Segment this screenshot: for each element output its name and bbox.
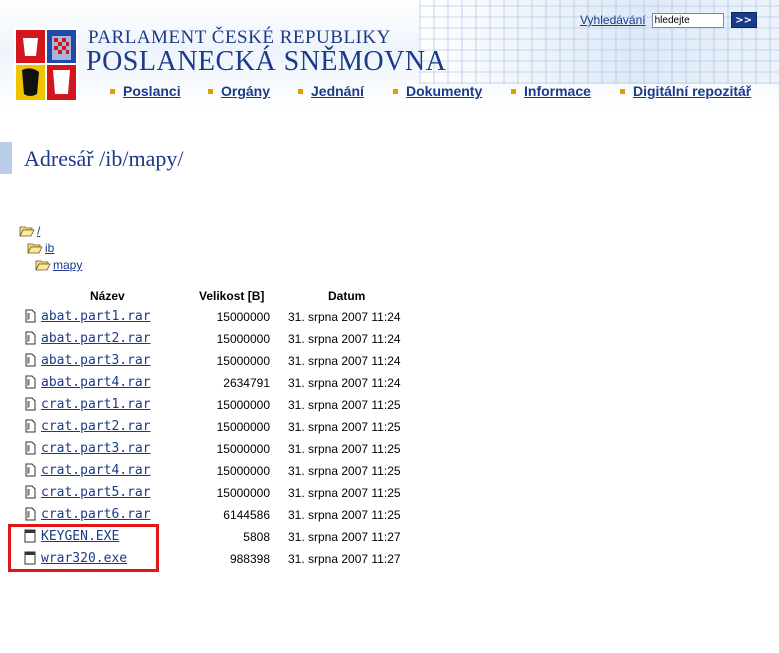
table-row: abat.part1.rar 15000000 31. srpna 2007 11:… [0, 306, 779, 328]
nav-label: Dokumenty [406, 83, 483, 99]
archive-file-icon [25, 507, 36, 521]
nav-label: Informace [524, 83, 591, 99]
file-size: 15000000 [216, 442, 270, 456]
search-bar: Vyhledávání >> [580, 12, 757, 28]
open-folder-icon [19, 226, 35, 237]
title-accent-bar [0, 142, 12, 174]
tree-item-root[interactable]: / [19, 224, 40, 238]
table-row: crat.part3.rar 15000000 31. srpna 2007 11:… [0, 438, 779, 460]
table-row: abat.part2.rar 15000000 31. srpna 2007 11:… [0, 328, 779, 350]
table-row: abat.part4.rar 2634791 31. srpna 2007 11:2… [0, 372, 779, 394]
file-date: 31. srpna 2007 11:27 [288, 530, 401, 544]
file-link[interactable]: crat.part6.rar [41, 507, 151, 522]
nav-label: Digitální repozitář [633, 83, 752, 99]
open-folder-icon [35, 260, 51, 271]
nav-item-jednani[interactable]: Jednání [298, 83, 364, 99]
file-date: 31. srpna 2007 11:25 [288, 508, 401, 522]
file-link[interactable]: abat.part3.rar [41, 353, 151, 368]
file-size: 15000000 [216, 420, 270, 434]
table-row: crat.part1.rar 15000000 31. srpna 2007 11:… [0, 394, 779, 416]
archive-file-icon [25, 331, 36, 345]
column-header-size: Velikost [B] [199, 289, 265, 303]
nav-item-digitalni-repozitar[interactable]: Digitální repozitář [620, 83, 751, 99]
tree-link: / [37, 224, 41, 238]
tree-link: ib [45, 241, 55, 255]
file-date: 31. srpna 2007 11:24 [288, 354, 401, 368]
table-row: crat.part2.rar 15000000 31. srpna 2007 11:… [0, 416, 779, 438]
nav-label: Orgány [221, 83, 271, 99]
open-folder-icon [27, 243, 43, 254]
table-row: abat.part3.rar 15000000 31. srpna 2007 11:… [0, 350, 779, 372]
bullet-icon [511, 88, 516, 94]
file-link[interactable]: crat.part3.rar [41, 441, 151, 456]
bullet-icon [620, 88, 625, 94]
archive-file-icon [25, 375, 36, 389]
table-row: crat.part4.rar 15000000 31. srpna 2007 11:… [0, 460, 779, 482]
file-date: 31. srpna 2007 11:25 [288, 420, 401, 434]
file-size: 15000000 [216, 398, 270, 412]
file-size: 2634791 [223, 376, 270, 390]
nav-label: Jednání [311, 83, 364, 99]
file-link[interactable]: crat.part2.rar [41, 419, 151, 434]
archive-file-icon [25, 441, 36, 455]
chamber-title: POSLANECKÁ SNĚMOVNA [86, 46, 447, 77]
nav-item-poslanci[interactable]: Poslanci [110, 83, 181, 99]
file-date: 31. srpna 2007 11:24 [288, 376, 401, 390]
file-size: 5808 [243, 530, 270, 544]
file-link[interactable]: abat.part1.rar [41, 309, 151, 324]
bullet-icon [298, 88, 303, 94]
column-header-name: Název [90, 289, 125, 303]
bullet-icon [208, 88, 213, 94]
file-link[interactable]: abat.part2.rar [41, 331, 151, 346]
table-row: crat.part6.rar 6144586 31. srpna 2007 11:2… [0, 504, 779, 526]
file-size: 15000000 [216, 486, 270, 500]
highlight-box [8, 524, 159, 572]
file-date: 31. srpna 2007 11:25 [288, 464, 401, 478]
bullet-icon [110, 88, 115, 94]
archive-file-icon [25, 397, 36, 411]
archive-file-icon [25, 463, 36, 477]
file-link[interactable]: abat.part4.rar [41, 375, 151, 390]
file-size: 6144586 [223, 508, 270, 522]
archive-file-icon [25, 485, 36, 499]
file-link[interactable]: crat.part4.rar [41, 463, 151, 478]
table-row: crat.part5.rar 15000000 31. srpna 2007 11:… [0, 482, 779, 504]
column-header-date: Datum [328, 289, 366, 303]
file-size: 15000000 [216, 354, 270, 368]
file-date: 31. srpna 2007 11:25 [288, 486, 401, 500]
tree-link: mapy [53, 258, 83, 272]
coat-of-arms-icon [14, 28, 78, 104]
file-date: 31. srpna 2007 11:27 [288, 552, 401, 566]
archive-file-icon [25, 353, 36, 367]
file-date: 31. srpna 2007 11:24 [288, 310, 401, 324]
file-link[interactable]: crat.part1.rar [41, 397, 151, 412]
file-size: 988398 [229, 552, 270, 566]
archive-file-icon [25, 419, 36, 433]
nav-item-organy[interactable]: Orgány [208, 83, 270, 99]
site-header: PARLAMENT ČESKÉ REPUBLIKY POSLANECKÁ SNĚ… [0, 0, 779, 112]
tree-item-ib[interactable]: ib [27, 241, 54, 255]
archive-file-icon [25, 309, 36, 323]
file-size: 15000000 [216, 464, 270, 478]
bullet-icon [393, 88, 398, 94]
search-input[interactable] [651, 12, 724, 28]
tree-item-mapy[interactable]: mapy [35, 258, 82, 272]
nav-label: Poslanci [123, 83, 181, 99]
search-button[interactable]: >> [730, 12, 757, 28]
page-title: Adresář /ib/mapy/ [24, 146, 184, 171]
file-date: 31. srpna 2007 11:24 [288, 332, 401, 346]
file-date: 31. srpna 2007 11:25 [288, 398, 401, 412]
file-link[interactable]: crat.part5.rar [41, 485, 151, 500]
file-date: 31. srpna 2007 11:25 [288, 442, 401, 456]
file-size: 15000000 [216, 310, 270, 324]
nav-item-dokumenty[interactable]: Dokumenty [393, 83, 482, 99]
search-link[interactable]: Vyhledávání [580, 13, 646, 27]
nav-item-informace[interactable]: Informace [511, 83, 591, 99]
file-size: 15000000 [216, 332, 270, 346]
